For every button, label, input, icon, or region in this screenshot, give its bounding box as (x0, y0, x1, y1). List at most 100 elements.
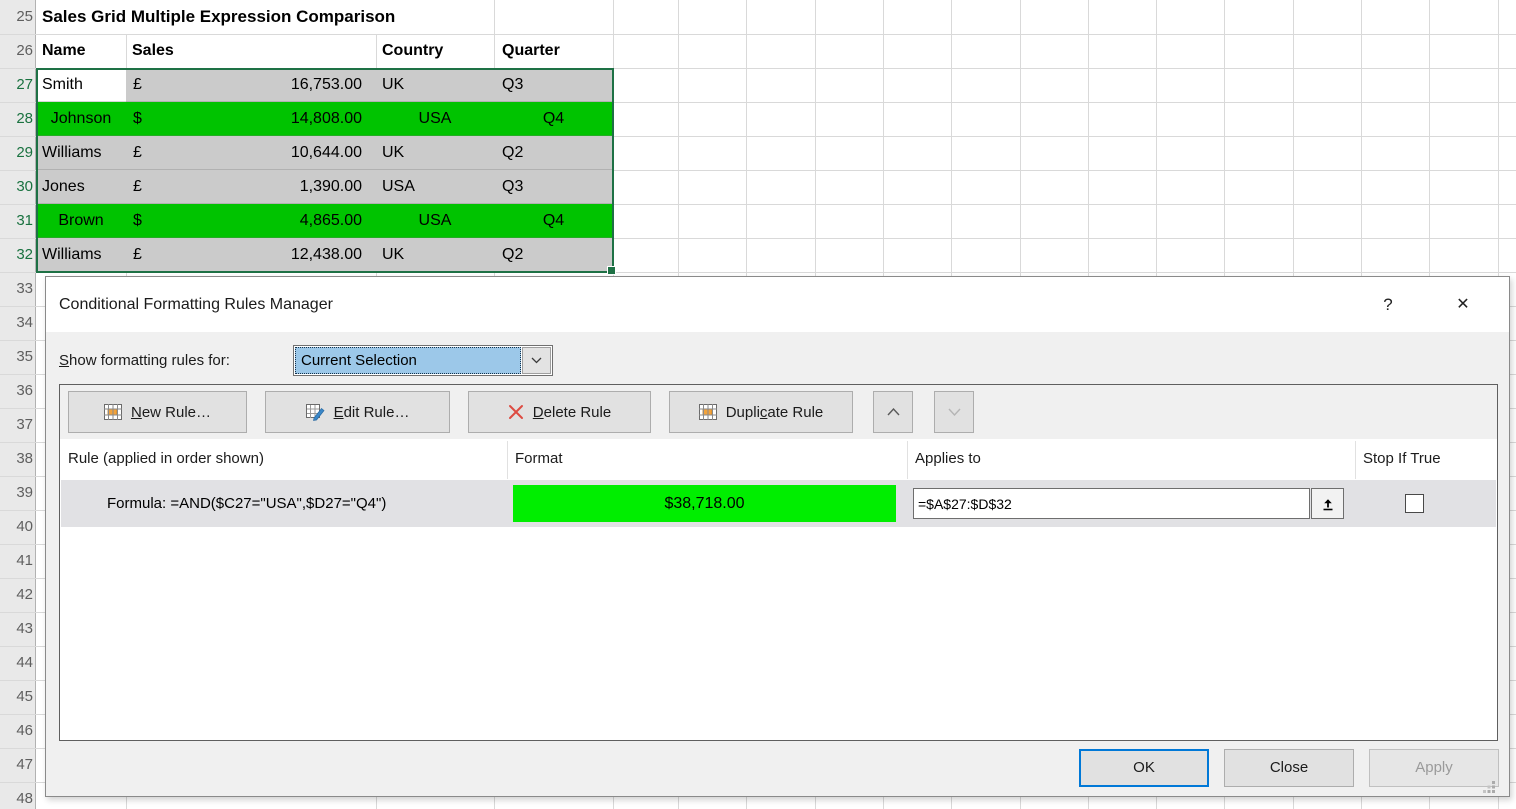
cell-quarter[interactable]: Q2 (494, 238, 613, 272)
column-divider (1355, 441, 1356, 479)
resize-grip[interactable] (1483, 780, 1496, 797)
row-header-41[interactable]: 41 (0, 544, 33, 578)
cell-name[interactable]: Williams (36, 238, 126, 272)
cell-name[interactable]: Smith (36, 68, 126, 102)
show-rules-label: Show formatting rules for: (59, 346, 230, 376)
row-header-43[interactable]: 43 (0, 612, 33, 646)
column-header-format: Format (515, 439, 563, 479)
cell-sales[interactable]: $4,865.00 (126, 204, 376, 238)
collapse-dialog-button[interactable] (1311, 488, 1344, 519)
cell-quarter[interactable]: Q4 (494, 204, 613, 238)
edit-rule-button[interactable]: Edit Rule… (265, 391, 450, 433)
header-cell-country[interactable]: Country (382, 34, 443, 68)
row-header-44[interactable]: 44 (0, 646, 33, 680)
cell-quarter[interactable]: Q3 (494, 170, 613, 204)
dropdown-arrow-button[interactable] (522, 347, 551, 374)
currency-symbol: $ (133, 102, 142, 135)
amount: 16,753.00 (291, 68, 362, 101)
dialog-titlebar[interactable]: Conditional Formatting Rules Manager ? ✕ (46, 277, 1509, 332)
row-header-30[interactable]: 30 (0, 170, 33, 204)
amount: 14,808.00 (291, 102, 362, 135)
ok-button[interactable]: OK (1079, 749, 1209, 787)
duplicate-rule-button[interactable]: Duplicate Rule (669, 391, 853, 433)
applies-to-input[interactable] (913, 488, 1310, 519)
duplicate-rule-icon (699, 404, 717, 420)
header-cell-quarter[interactable]: Quarter (502, 34, 560, 68)
apply-button[interactable]: Apply (1369, 749, 1499, 787)
dialog-title: Conditional Formatting Rules Manager (59, 277, 333, 332)
row-header-26[interactable]: 26 (0, 34, 33, 68)
help-button[interactable]: ? (1376, 277, 1400, 332)
move-rule-up-button[interactable] (873, 391, 913, 433)
stop-if-true-checkbox[interactable] (1405, 494, 1424, 513)
row-header-38[interactable]: 38 (0, 442, 33, 476)
row-header-31[interactable]: 31 (0, 204, 33, 238)
row-header-42[interactable]: 42 (0, 578, 33, 612)
cell-name[interactable]: Johnson (36, 102, 126, 136)
column-header-stop-if-true: Stop If True (1363, 439, 1441, 479)
cell-country[interactable]: USA (376, 170, 494, 204)
row-header-35[interactable]: 35 (0, 340, 33, 374)
cell-quarter[interactable]: Q3 (494, 68, 613, 102)
cell-country[interactable]: USA (376, 204, 494, 238)
cell-country[interactable]: UK (376, 238, 494, 272)
sheet-row-29: Williams £10,644.00 UK Q2 (36, 136, 613, 170)
new-rule-icon (104, 404, 122, 420)
row-header-28[interactable]: 28 (0, 102, 33, 136)
row-header-48[interactable]: 48 (0, 782, 33, 809)
currency-symbol: $ (133, 204, 142, 237)
row-header-37[interactable]: 37 (0, 408, 33, 442)
row-header-40[interactable]: 40 (0, 510, 33, 544)
cell-name[interactable]: Jones (36, 170, 126, 204)
cell-quarter[interactable]: Q2 (494, 136, 613, 170)
rule-row[interactable]: Formula: =AND($C27="USA",$D27="Q4") $38,… (61, 480, 1496, 527)
currency-symbol: £ (133, 238, 142, 271)
sheet-row-27: Smith £16,753.00 UK Q3 (36, 68, 613, 102)
column-header-applies-to: Applies to (915, 439, 981, 479)
fill-handle[interactable] (607, 266, 616, 275)
row-header-39[interactable]: 39 (0, 476, 33, 510)
amount: 1,390.00 (300, 170, 362, 203)
cell-name[interactable]: Williams (36, 136, 126, 170)
cell-sales[interactable]: $14,808.00 (126, 102, 376, 136)
cell-sales[interactable]: £1,390.00 (126, 170, 376, 204)
row-header-32[interactable]: 32 (0, 238, 33, 272)
sheet-row-30: Jones £1,390.00 USA Q3 (36, 170, 613, 204)
header-cell-name[interactable]: Name (42, 34, 86, 68)
row-header-29[interactable]: 29 (0, 136, 33, 170)
new-rule-button[interactable]: New Rule… (68, 391, 247, 433)
amount: 12,438.00 (291, 238, 362, 271)
row-header-34[interactable]: 34 (0, 306, 33, 340)
excel-window: 25 26 27 28 29 30 31 32 3334353637383940… (0, 0, 1516, 809)
cell-sales[interactable]: £10,644.00 (126, 136, 376, 170)
cell-country[interactable]: UK (376, 68, 494, 102)
cell-name[interactable]: Brown (36, 204, 126, 238)
delete-rule-button[interactable]: Delete Rule (468, 391, 651, 433)
show-rules-dropdown[interactable]: Current Selection (293, 345, 553, 376)
cf-rules-manager-dialog: Conditional Formatting Rules Manager ? ✕… (45, 276, 1510, 797)
cell-country[interactable]: USA (376, 102, 494, 136)
header-cell-sales[interactable]: Sales (132, 34, 174, 68)
cell-sales[interactable]: £12,438.00 (126, 238, 376, 272)
move-rule-down-button[interactable] (934, 391, 974, 433)
sheet-row-28: Johnson $14,808.00 USA Q4 (36, 102, 613, 136)
edit-rule-icon (306, 404, 325, 421)
column-divider (907, 441, 908, 479)
row-header-47[interactable]: 47 (0, 748, 33, 782)
cell-country[interactable]: UK (376, 136, 494, 170)
chevron-down-icon (531, 357, 542, 364)
row-header-45[interactable]: 45 (0, 680, 33, 714)
resize-grip-icon (1483, 780, 1496, 793)
cell-quarter[interactable]: Q4 (494, 102, 613, 136)
row-header-25[interactable]: 25 (0, 0, 33, 34)
close-button[interactable]: Close (1224, 749, 1354, 787)
row-header-33[interactable]: 33 (0, 272, 33, 306)
sheet-title-cell[interactable]: Sales Grid Multiple Expression Compariso… (42, 0, 405, 34)
dialog-close-button[interactable]: ✕ (1446, 277, 1480, 332)
row-header-27[interactable]: 27 (0, 68, 33, 102)
row-header-46[interactable]: 46 (0, 714, 33, 748)
row-header-36[interactable]: 36 (0, 374, 33, 408)
rules-toolbar: New Rule… Edit Rule… Delete Rule Duplica… (60, 385, 1497, 439)
amount: 4,865.00 (300, 204, 362, 237)
cell-sales[interactable]: £16,753.00 (126, 68, 376, 102)
